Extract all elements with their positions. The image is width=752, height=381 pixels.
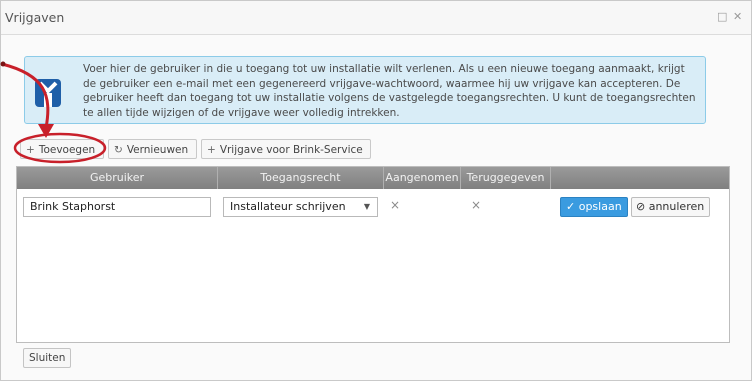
chevron-down-icon: ▼ — [363, 202, 370, 211]
grid-header: Gebruiker Toegangsrecht Aangenomen Terug… — [17, 167, 729, 189]
add-button[interactable]: + Toevoegen — [20, 139, 104, 159]
save-button-label: opslaan — [578, 200, 622, 213]
info-icon — [35, 79, 61, 107]
dialog-title: Vrijgaven — [5, 10, 65, 25]
column-header-actions — [551, 167, 729, 189]
column-header-user[interactable]: Gebruiker — [17, 167, 218, 189]
column-header-accepted[interactable]: Aangenomen — [384, 167, 461, 189]
share-dialog: Vrijgaven □ ✕ Voer hier de gebruiker in … — [0, 0, 752, 381]
access-select-value: Installateur schrijven — [230, 200, 346, 213]
close-button[interactable]: Sluiten — [23, 348, 72, 368]
cancel-button[interactable]: ⊘ annuleren — [631, 197, 710, 217]
maximize-icon[interactable]: □ — [717, 11, 727, 23]
refresh-icon: ↻ — [114, 144, 123, 156]
returned-value: × — [471, 198, 482, 212]
save-button[interactable]: ✓ opslaan — [560, 197, 628, 217]
refresh-button-label: Vernieuwen — [126, 144, 189, 156]
cancel-button-label: annuleren — [648, 200, 705, 213]
table-row: Brink Staphorst Installateur schrijven ▼… — [17, 191, 729, 222]
refresh-button[interactable]: ↻ Vernieuwen — [108, 139, 197, 159]
dialog-titlebar[interactable]: Vrijgaven □ ✕ — [1, 1, 751, 35]
brink-service-share-label: Vrijgave voor Brink-Service — [219, 144, 363, 156]
shares-grid: Gebruiker Toegangsrecht Aangenomen Terug… — [16, 166, 730, 343]
close-icon[interactable]: ✕ — [733, 11, 742, 23]
check-icon: ✓ — [566, 200, 576, 213]
plus-icon: + — [26, 144, 35, 156]
plus-icon: + — [207, 144, 216, 156]
user-input[interactable]: Brink Staphorst — [23, 197, 211, 217]
add-button-label: Toevoegen — [38, 144, 96, 156]
info-text: Voer hier de gebruiker in die u toegang … — [83, 63, 696, 119]
info-box: Voer hier de gebruiker in die u toegang … — [24, 56, 706, 124]
brink-service-share-button[interactable]: + Vrijgave voor Brink-Service — [201, 139, 371, 159]
column-header-access[interactable]: Toegangsrecht — [218, 167, 384, 189]
column-header-returned[interactable]: Teruggegeven — [461, 167, 551, 189]
access-select[interactable]: Installateur schrijven ▼ — [223, 197, 378, 217]
cancel-icon: ⊘ — [636, 200, 646, 213]
accepted-value: × — [390, 198, 401, 212]
